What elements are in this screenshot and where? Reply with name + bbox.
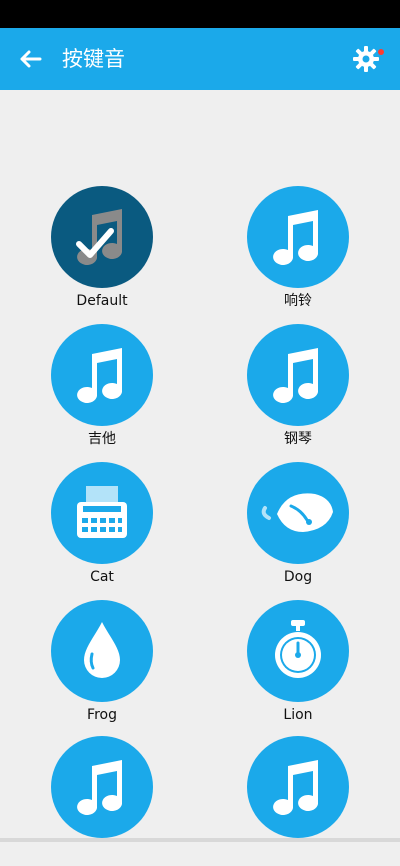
sound-item-piano[interactable]: 钢琴 bbox=[223, 324, 373, 454]
sound-item-ring[interactable]: 响铃 bbox=[223, 186, 373, 316]
music-note-check-icon bbox=[76, 209, 122, 265]
music-note-icon bbox=[273, 210, 318, 265]
sound-icon-circle bbox=[247, 736, 349, 838]
sound-label: Frog bbox=[87, 707, 117, 723]
sound-icon-circle bbox=[247, 462, 349, 564]
typewriter-icon bbox=[77, 486, 127, 538]
app-bar: 按键音 bbox=[0, 28, 400, 90]
sound-label: Dog bbox=[283, 569, 313, 585]
sound-icon-circle bbox=[51, 600, 153, 702]
notification-dot bbox=[378, 49, 384, 55]
music-note-icon bbox=[77, 348, 122, 403]
back-button[interactable] bbox=[14, 43, 46, 75]
water-drop-icon bbox=[84, 622, 120, 678]
bottom-edge bbox=[0, 838, 400, 842]
sound-icon-circle bbox=[247, 324, 349, 426]
sound-icon-circle bbox=[51, 186, 153, 288]
sound-icon-circle bbox=[51, 324, 153, 426]
music-note-icon bbox=[273, 760, 318, 815]
sound-grid: Default 响铃 吉他 钢琴 Cat Dog Frog Lion bbox=[0, 186, 400, 842]
sound-item-default[interactable]: Default bbox=[27, 186, 177, 316]
sound-item-dog[interactable]: Dog bbox=[223, 462, 373, 592]
leaf-icon bbox=[261, 493, 333, 532]
sound-item-guitar[interactable]: 吉他 bbox=[27, 324, 177, 454]
sound-item-frog[interactable]: Frog bbox=[27, 600, 177, 730]
sound-item-extra-1[interactable] bbox=[27, 736, 177, 866]
arrow-left-icon bbox=[20, 50, 42, 68]
sound-label: 钢琴 bbox=[284, 431, 312, 447]
sound-label: Cat bbox=[90, 569, 114, 585]
settings-button[interactable] bbox=[350, 43, 382, 75]
sound-item-lion[interactable]: Lion bbox=[223, 600, 373, 730]
status-bar bbox=[0, 0, 400, 28]
sound-icon-circle bbox=[51, 736, 153, 838]
gear-icon bbox=[353, 46, 379, 72]
sound-label: Default bbox=[76, 293, 128, 309]
sound-icon-circle bbox=[247, 186, 349, 288]
stopwatch-icon bbox=[275, 620, 321, 678]
sound-label: Lion bbox=[283, 707, 313, 723]
page-title: 按键音 bbox=[62, 47, 125, 71]
music-note-icon bbox=[77, 760, 122, 815]
sound-label: 吉他 bbox=[88, 431, 116, 447]
sound-icon-circle bbox=[247, 600, 349, 702]
sound-item-cat[interactable]: Cat bbox=[27, 462, 177, 592]
sound-icon-circle bbox=[51, 462, 153, 564]
sound-item-extra-2[interactable] bbox=[223, 736, 373, 866]
music-note-icon bbox=[273, 348, 318, 403]
sound-label: 响铃 bbox=[284, 293, 312, 309]
